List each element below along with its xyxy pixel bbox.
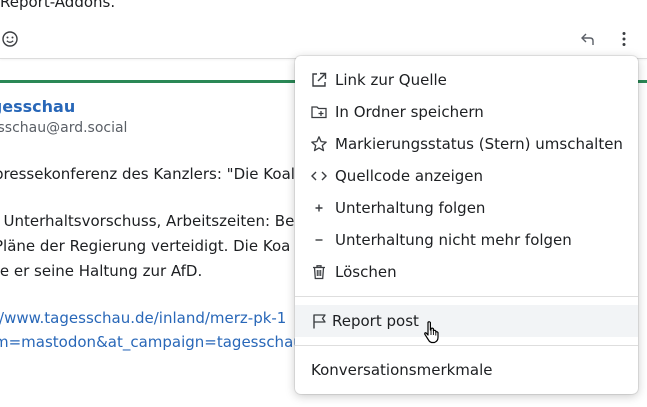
post-link[interactable]: //www.tagesschau.de/inland/merz-pk-1 <box>0 309 286 327</box>
menu-item-loeschen[interactable]: Löschen <box>295 256 638 288</box>
post-text-line: Pläne der Regierung verteidigt. Die Koa <box>0 237 291 255</box>
plus-icon <box>310 199 328 217</box>
menu-item-unterhaltung-nicht-mehr-folgen[interactable]: Unterhaltung nicht mehr folgen <box>295 224 638 256</box>
post-author[interactable]: agesschau <box>0 97 75 116</box>
trash-icon <box>310 263 328 281</box>
menu-item-konversationsmerkmale[interactable]: Konversationsmerkmale <box>295 354 638 386</box>
code-icon <box>310 167 328 185</box>
menu-item-markierungsstatus[interactable]: Markierungsstatus (Stern) umschalten <box>295 128 638 160</box>
post-text-line: pressekonferenz des Kanzlers: "Die Koal <box>0 165 295 183</box>
menu-item-label: In Ordner speichern <box>335 103 484 121</box>
reply-icon[interactable] <box>578 29 598 49</box>
post-text-line: te er seine Haltung zur AfD. <box>0 262 203 280</box>
menu-item-in-ordner-speichern[interactable]: In Ordner speichern <box>295 96 638 128</box>
post-handle: gesschau@ard.social <box>0 120 128 136</box>
more-vertical-icon[interactable] <box>614 29 634 49</box>
folder-save-icon <box>310 103 328 121</box>
menu-item-label: Konversationsmerkmale <box>311 361 493 379</box>
menu-item-label: Link zur Quelle <box>335 71 447 89</box>
menu-divider <box>295 296 638 297</box>
menu-item-link-zur-quelle[interactable]: Link zur Quelle <box>295 64 638 96</box>
menu-item-quellcode-anzeigen[interactable]: Quellcode anzeigen <box>295 160 638 192</box>
minus-icon <box>310 231 328 249</box>
menu-item-label: Quellcode anzeigen <box>335 167 484 185</box>
post-text-line: , Unterhaltsvorschuss, Arbeitszeiten: Be <box>0 212 295 230</box>
menu-item-report-post[interactable]: Report post <box>295 305 638 337</box>
menu-item-label: Markierungsstatus (Stern) umschalten <box>335 135 623 153</box>
previous-post-toolbar: Report-Addons. <box>0 0 647 59</box>
menu-item-label: Löschen <box>335 263 397 281</box>
menu-item-label: Report post <box>332 312 419 330</box>
post-link[interactable]: m=mastodon&at_campaign=tagesschau <box>0 333 303 351</box>
menu-item-label: Unterhaltung nicht mehr folgen <box>335 231 572 249</box>
post-options-menu: Link zur Quelle In Ordner speichern Mark… <box>295 56 638 394</box>
menu-item-unterhaltung-folgen[interactable]: Unterhaltung folgen <box>295 192 638 224</box>
menu-divider <box>295 345 638 346</box>
emoji-icon[interactable] <box>0 29 20 49</box>
flag-icon <box>311 312 329 330</box>
menu-item-label: Unterhaltung folgen <box>335 199 486 217</box>
previous-post-text: Report-Addons. <box>0 0 116 11</box>
hand-pointer-cursor-icon <box>424 321 439 344</box>
star-icon <box>310 135 328 153</box>
external-link-icon <box>310 71 328 89</box>
